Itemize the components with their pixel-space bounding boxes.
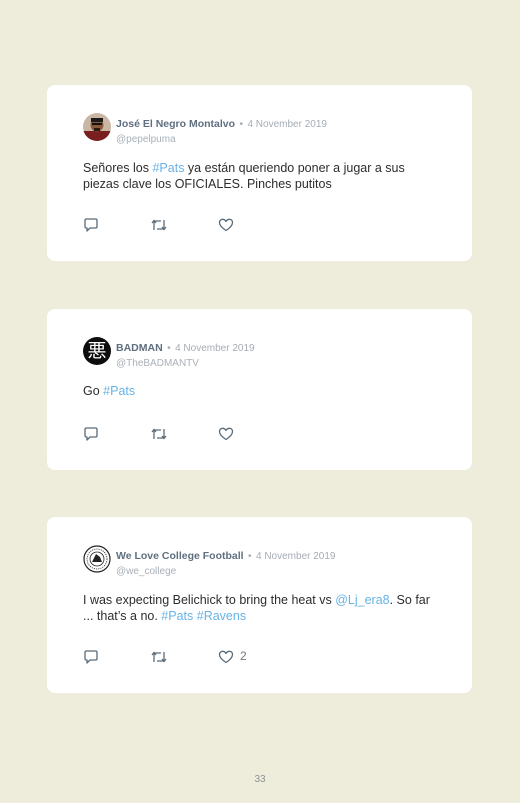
tweet-text: Go #Pats	[83, 383, 443, 399]
avatar[interactable]: 悪	[83, 337, 111, 365]
retweet-button[interactable]	[150, 649, 168, 665]
hashtag-link[interactable]: #Ravens	[197, 609, 246, 623]
tweet-card: We Love College Football • 4 November 20…	[47, 517, 472, 693]
hashtag-link[interactable]: #Pats	[152, 161, 184, 175]
author-name[interactable]: We Love College Football	[116, 550, 244, 562]
author-name[interactable]: José El Negro Montalvo	[116, 118, 235, 130]
like-button[interactable]	[218, 426, 234, 442]
author-handle[interactable]: @we_college	[116, 566, 336, 577]
text-segment: Go	[83, 384, 104, 398]
author-name[interactable]: BADMAN	[116, 342, 163, 354]
tweet-date[interactable]: 4 November 2019	[175, 343, 255, 354]
avatar[interactable]	[83, 113, 111, 141]
avatar-glyph: 悪	[87, 340, 107, 362]
retweet-icon	[151, 428, 167, 440]
retweet-icon	[151, 651, 167, 663]
reply-icon	[84, 427, 98, 441]
page-number: 33	[254, 774, 266, 785]
author-handle[interactable]: @pepelpuma	[116, 134, 327, 145]
tweet-card: José El Negro Montalvo • 4 November 2019…	[47, 85, 472, 261]
reply-button[interactable]	[83, 426, 99, 442]
heart-icon	[218, 427, 234, 441]
tweet-text: Señores los #Pats ya están queriendo pon…	[83, 160, 443, 192]
mention-link[interactable]: @Lj_era8	[335, 593, 389, 607]
reply-icon	[84, 218, 98, 232]
retweet-button[interactable]	[150, 217, 168, 233]
like-button[interactable]	[218, 217, 234, 233]
author-handle[interactable]: @TheBADMANTV	[116, 358, 255, 369]
avatar[interactable]	[83, 545, 111, 573]
heart-icon	[218, 650, 234, 664]
tweet-date[interactable]: 4 November 2019	[247, 119, 327, 130]
tweet-card: 悪 BADMAN • 4 November 2019 @TheBADMANTV …	[47, 309, 472, 470]
hashtag-link[interactable]: #Pats	[103, 384, 135, 398]
retweet-icon	[151, 219, 167, 231]
retweet-button[interactable]	[150, 426, 168, 442]
text-segment: Señores los	[83, 161, 153, 175]
reply-button[interactable]	[83, 217, 99, 233]
reply-icon	[84, 650, 98, 664]
tweet-text: I was expecting Belichick to bring the h…	[83, 592, 443, 624]
like-button[interactable]: 2	[218, 649, 258, 665]
heart-icon	[218, 218, 234, 232]
like-count: 2	[240, 649, 247, 663]
separator: •	[248, 551, 252, 562]
separator: •	[239, 119, 243, 130]
separator: •	[167, 343, 171, 354]
text-segment: I was expecting Belichick to bring the h…	[83, 593, 336, 607]
reply-button[interactable]	[83, 649, 99, 665]
tweet-date[interactable]: 4 November 2019	[256, 551, 336, 562]
hashtag-link[interactable]: #Pats	[161, 609, 193, 623]
